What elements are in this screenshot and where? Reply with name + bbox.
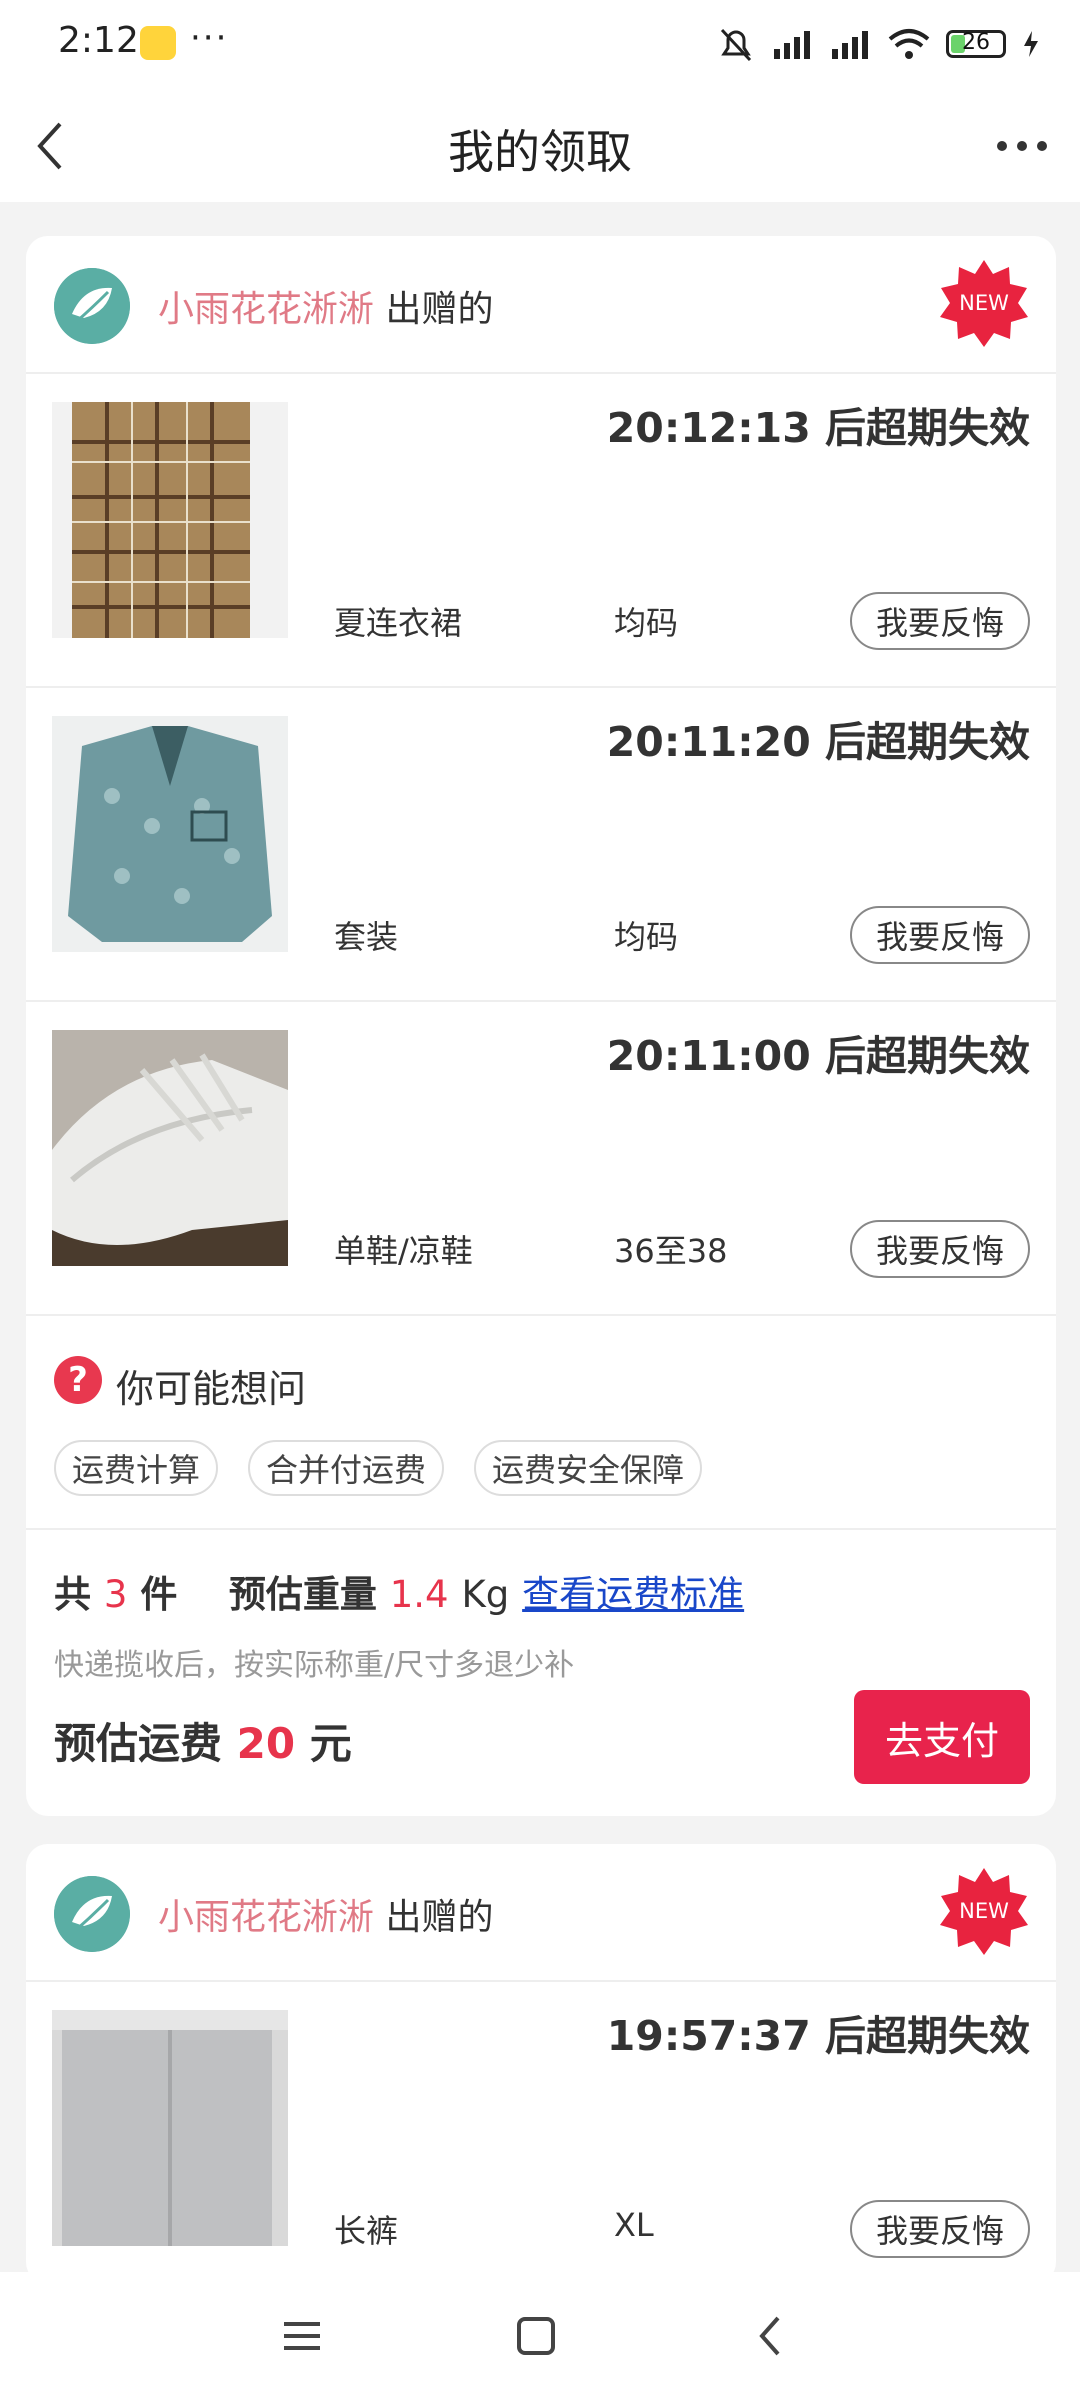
claim-item[interactable]: 20:12:13 后超期失效 夏连衣裙 均码 我要反悔 <box>26 374 1056 688</box>
status-icons: 26 <box>716 26 1040 62</box>
faq-section: ? 你可能想问 运费计算 合并付运费 运费安全保障 <box>26 1316 1056 1530</box>
item-category: 套装 <box>334 918 399 956</box>
item-count: 3 <box>103 1573 128 1616</box>
new-badge-text: NEW <box>959 291 1009 315</box>
new-badge-text: NEW <box>959 1899 1009 1923</box>
count-prefix: 共 <box>54 1573 91 1616</box>
regret-button[interactable]: 我要反悔 <box>850 1220 1030 1278</box>
claim-card: 小雨花花淅淅 出赠的 NEW 19:57:37 后超期失效 长裤 XL 我要反悔 <box>26 1844 1056 2284</box>
fee-amount: 20 <box>236 1719 296 1768</box>
item-thumbnail[interactable] <box>52 2010 288 2246</box>
question-icon: ? <box>54 1356 102 1404</box>
more-notifications-icon: ··· <box>190 18 229 58</box>
pay-button[interactable]: 去支付 <box>854 1690 1030 1784</box>
back-nav-icon[interactable] <box>742 2306 802 2366</box>
system-nav-bar <box>0 2272 1080 2400</box>
giver-label: 小雨花花淅淅 出赠的 <box>158 1888 493 1940</box>
item-size: XL <box>614 2206 654 2244</box>
faq-chip-shipping-guarantee[interactable]: 运费安全保障 <box>474 1440 703 1496</box>
signal-icon-2 <box>832 31 868 59</box>
order-summary: 共 3 件 预估重量 1.4 Kg 查看运费标准 快递揽收后，按实际称重/尺寸多… <box>26 1530 1056 1816</box>
charging-icon <box>1024 31 1038 57</box>
expiry-countdown: 20:11:20 后超期失效 <box>606 718 1030 766</box>
weight-label: 预估重量 <box>228 1573 377 1616</box>
app-notification-icon <box>140 26 176 60</box>
more-options-icon[interactable] <box>994 118 1050 174</box>
signal-icon <box>774 31 810 59</box>
item-thumbnail[interactable] <box>52 1030 288 1266</box>
expiry-countdown: 20:12:13 后超期失效 <box>606 404 1030 452</box>
shipping-note: 快递揽收后，按实际称重/尺寸多退少补 <box>54 1648 575 1683</box>
summary-line: 共 3 件 预估重量 1.4 Kg 查看运费标准 <box>54 1564 744 1618</box>
battery-level: 26 <box>962 30 990 55</box>
expiry-countdown: 20:11:00 后超期失效 <box>606 1032 1030 1080</box>
fee-unit: 元 <box>309 1719 352 1768</box>
faq-title: 你可能想问 <box>116 1367 307 1411</box>
battery-icon: 26 <box>946 30 1006 58</box>
item-size: 均码 <box>614 604 679 642</box>
giver-label: 小雨花花淅淅 出赠的 <box>158 280 493 332</box>
claim-card: 小雨花花淅淅 出赠的 NEW 20:12:13 后超期失效 夏连衣裙 均码 我要… <box>26 236 1056 1816</box>
status-bar: 2:12 ··· 26 <box>0 0 1080 90</box>
giver-name[interactable]: 小雨花花淅淅 <box>158 289 374 330</box>
item-size: 均码 <box>614 918 679 956</box>
claim-item[interactable]: 20:11:00 后超期失效 单鞋/凉鞋 36至38 我要反悔 <box>26 1002 1056 1316</box>
avatar[interactable] <box>54 1876 130 1952</box>
giver-name[interactable]: 小雨花花淅淅 <box>158 1897 374 1938</box>
regret-button[interactable]: 我要反悔 <box>850 592 1030 650</box>
claim-item[interactable]: 19:57:37 后超期失效 长裤 XL 我要反悔 <box>26 1982 1056 2284</box>
mute-icon <box>720 28 752 62</box>
page-title: 我的领取 <box>448 125 632 179</box>
new-badge: NEW <box>940 1868 1028 1955</box>
menu-icon[interactable] <box>272 2306 332 2366</box>
regret-button[interactable]: 我要反悔 <box>850 2200 1030 2258</box>
faq-chips: 运费计算 合并付运费 运费安全保障 <box>54 1440 703 1496</box>
weight-value: 1.4 <box>389 1573 449 1616</box>
item-category: 单鞋/凉鞋 <box>334 1232 473 1270</box>
avatar[interactable] <box>54 268 130 344</box>
status-time: 2:12 <box>58 20 139 61</box>
item-thumbnail[interactable] <box>52 402 288 638</box>
claim-item[interactable]: 20:11:20 后超期失效 套装 均码 我要反悔 <box>26 688 1056 1002</box>
card-header: 小雨花花淅淅 出赠的 NEW <box>26 236 1056 374</box>
estimated-fee: 预估运费 20 元 <box>54 1710 352 1771</box>
item-thumbnail[interactable] <box>52 716 288 952</box>
wifi-icon <box>888 29 930 59</box>
item-category: 长裤 <box>334 2212 399 2250</box>
giver-suffix: 出赠的 <box>385 289 494 330</box>
shipping-standard-link[interactable]: 查看运费标准 <box>522 1573 744 1616</box>
expiry-countdown: 19:57:37 后超期失效 <box>606 2012 1030 2060</box>
card-header: 小雨花花淅淅 出赠的 NEW <box>26 1844 1056 1982</box>
fee-label: 预估运费 <box>54 1719 223 1768</box>
giver-suffix: 出赠的 <box>385 1897 494 1938</box>
regret-button[interactable]: 我要反悔 <box>850 906 1030 964</box>
item-size: 36至38 <box>614 1232 728 1270</box>
weight-unit: Kg <box>461 1573 510 1616</box>
nav-bar: 我的领取 <box>0 90 1080 202</box>
count-suffix: 件 <box>140 1573 178 1616</box>
faq-chip-shipping-calc[interactable]: 运费计算 <box>54 1440 219 1496</box>
faq-chip-combined-shipping[interactable]: 合并付运费 <box>248 1440 445 1496</box>
home-icon[interactable] <box>506 2306 566 2366</box>
new-badge: NEW <box>940 260 1028 347</box>
item-category: 夏连衣裙 <box>334 604 463 642</box>
